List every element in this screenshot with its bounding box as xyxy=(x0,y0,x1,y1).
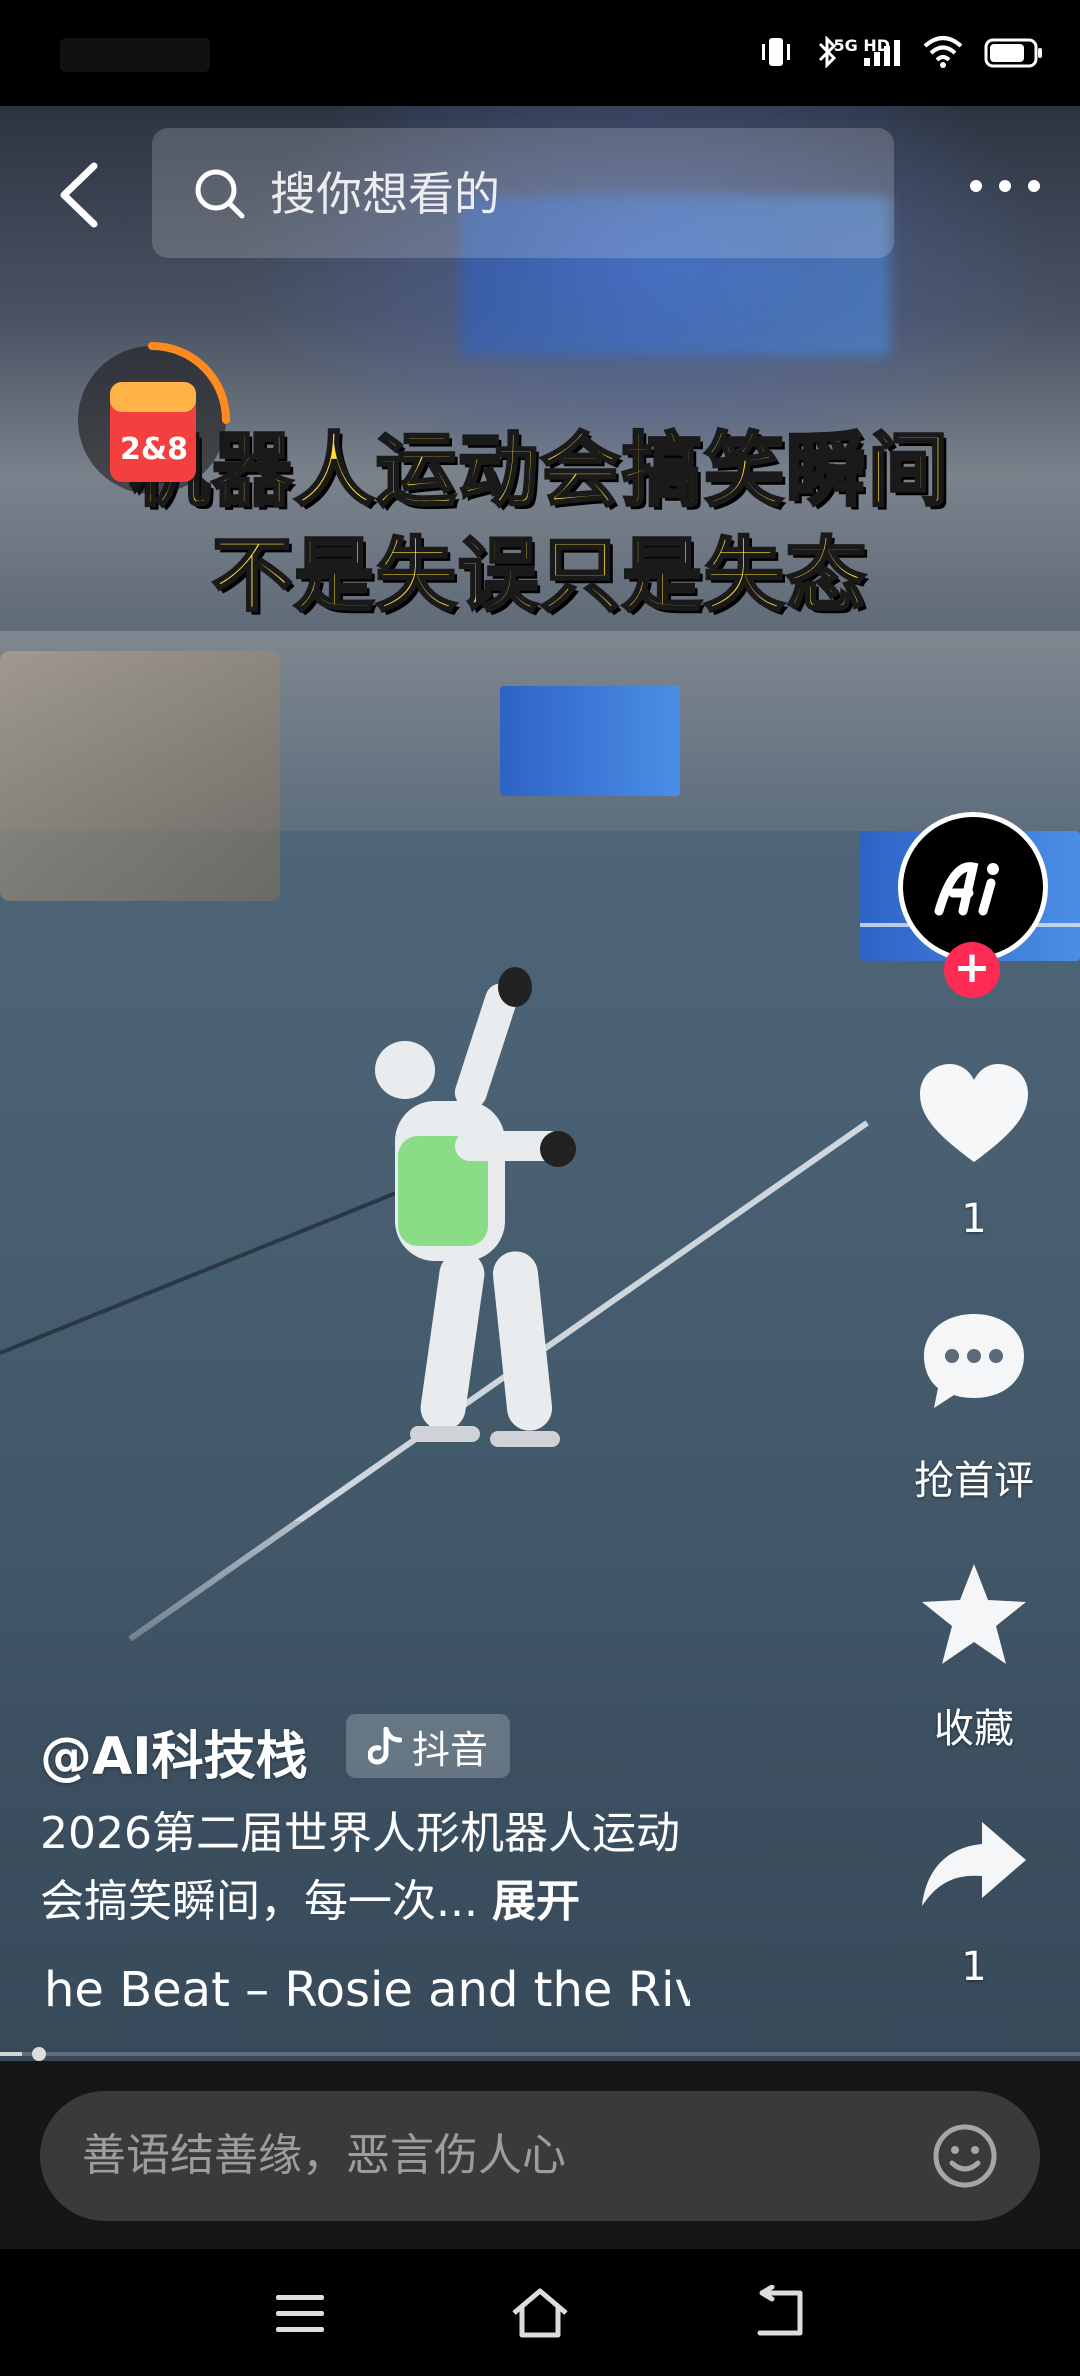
share-count: 1 xyxy=(961,1944,987,1990)
like-count: 1 xyxy=(961,1196,987,1242)
emoji-icon[interactable] xyxy=(932,2123,998,2189)
more-dot xyxy=(1028,180,1040,192)
author-avatar[interactable] xyxy=(898,812,1048,962)
expand-link[interactable]: 展开 xyxy=(492,1876,580,1927)
status-bar: 5G HD xyxy=(0,0,1080,106)
comment-input[interactable]: 善语结善缘，恶言伤人心 xyxy=(40,2091,1040,2221)
more-dot xyxy=(970,180,982,192)
platform-tag[interactable]: 抖音 xyxy=(346,1714,511,1778)
follow-button[interactable]: + xyxy=(944,942,1000,998)
music-title: he Beat – Rosie and the Riv xyxy=(44,1962,690,2018)
comment-label[interactable]: 抢首评 xyxy=(880,1448,1068,1506)
author-name[interactable]: @AI科技栈 xyxy=(40,1714,308,1789)
equipment-left xyxy=(0,651,280,901)
bluetooth-icon xyxy=(818,35,837,69)
back-button[interactable] xyxy=(52,160,112,230)
favorite-label[interactable]: 收藏 xyxy=(880,1696,1068,1754)
court-background xyxy=(0,631,1080,961)
menu-icon[interactable] xyxy=(270,2285,330,2341)
wifi-icon xyxy=(923,36,963,68)
progress-fill xyxy=(0,2052,22,2056)
status-left-placeholder xyxy=(60,38,210,72)
caption-line-2: 不是失误只是失态 xyxy=(211,528,868,624)
comment-placeholder: 善语结善缘，恶言伤人心 xyxy=(82,2130,566,2181)
vibrate-icon xyxy=(762,38,790,66)
search-icon xyxy=(195,169,245,219)
search-input[interactable]: 搜你想看的 xyxy=(152,128,894,258)
signal-icon xyxy=(864,40,900,66)
ai-logo-icon xyxy=(903,817,1043,957)
red-packet-label: 2&8 xyxy=(120,432,188,467)
music-track[interactable]: he Beat – Rosie and the Riv xyxy=(40,1960,690,2020)
more-options-button[interactable] xyxy=(970,180,1040,200)
court-banner xyxy=(500,686,680,796)
red-packet-timer[interactable]: 2&8 xyxy=(72,340,232,500)
back-nav-icon[interactable] xyxy=(750,2285,810,2341)
back-arrow-icon xyxy=(60,162,98,228)
like-heart-icon[interactable] xyxy=(916,1060,1032,1170)
battery-icon xyxy=(984,38,1042,68)
system-nav-bar xyxy=(0,2249,1080,2376)
platform-tag-label: 抖音 xyxy=(412,1727,489,1772)
douyin-logo-icon xyxy=(368,1727,402,1765)
comment-bar: 善语结善缘，恶言伤人心 xyxy=(0,2061,1080,2249)
share-arrow-icon[interactable] xyxy=(916,1810,1032,1920)
video-description[interactable]: 2026第二届世界人形机器人运动会搞笑瞬间，每一次... 展开 xyxy=(40,1800,720,1936)
progress-handle[interactable] xyxy=(31,2047,46,2061)
plus-icon: + xyxy=(953,942,991,993)
more-dot xyxy=(999,180,1011,192)
favorite-star-icon[interactable] xyxy=(916,1560,1032,1670)
search-placeholder: 搜你想看的 xyxy=(270,167,500,221)
comment-bubble-icon[interactable] xyxy=(916,1308,1032,1418)
home-icon[interactable] xyxy=(510,2285,570,2341)
video-progress-bar[interactable] xyxy=(0,2047,1080,2061)
status-icons xyxy=(758,34,1044,70)
description-text: 2026第二届世界人形机器人运动会搞笑瞬间，每一次... xyxy=(40,1808,680,1927)
red-packet-icon xyxy=(78,342,230,494)
